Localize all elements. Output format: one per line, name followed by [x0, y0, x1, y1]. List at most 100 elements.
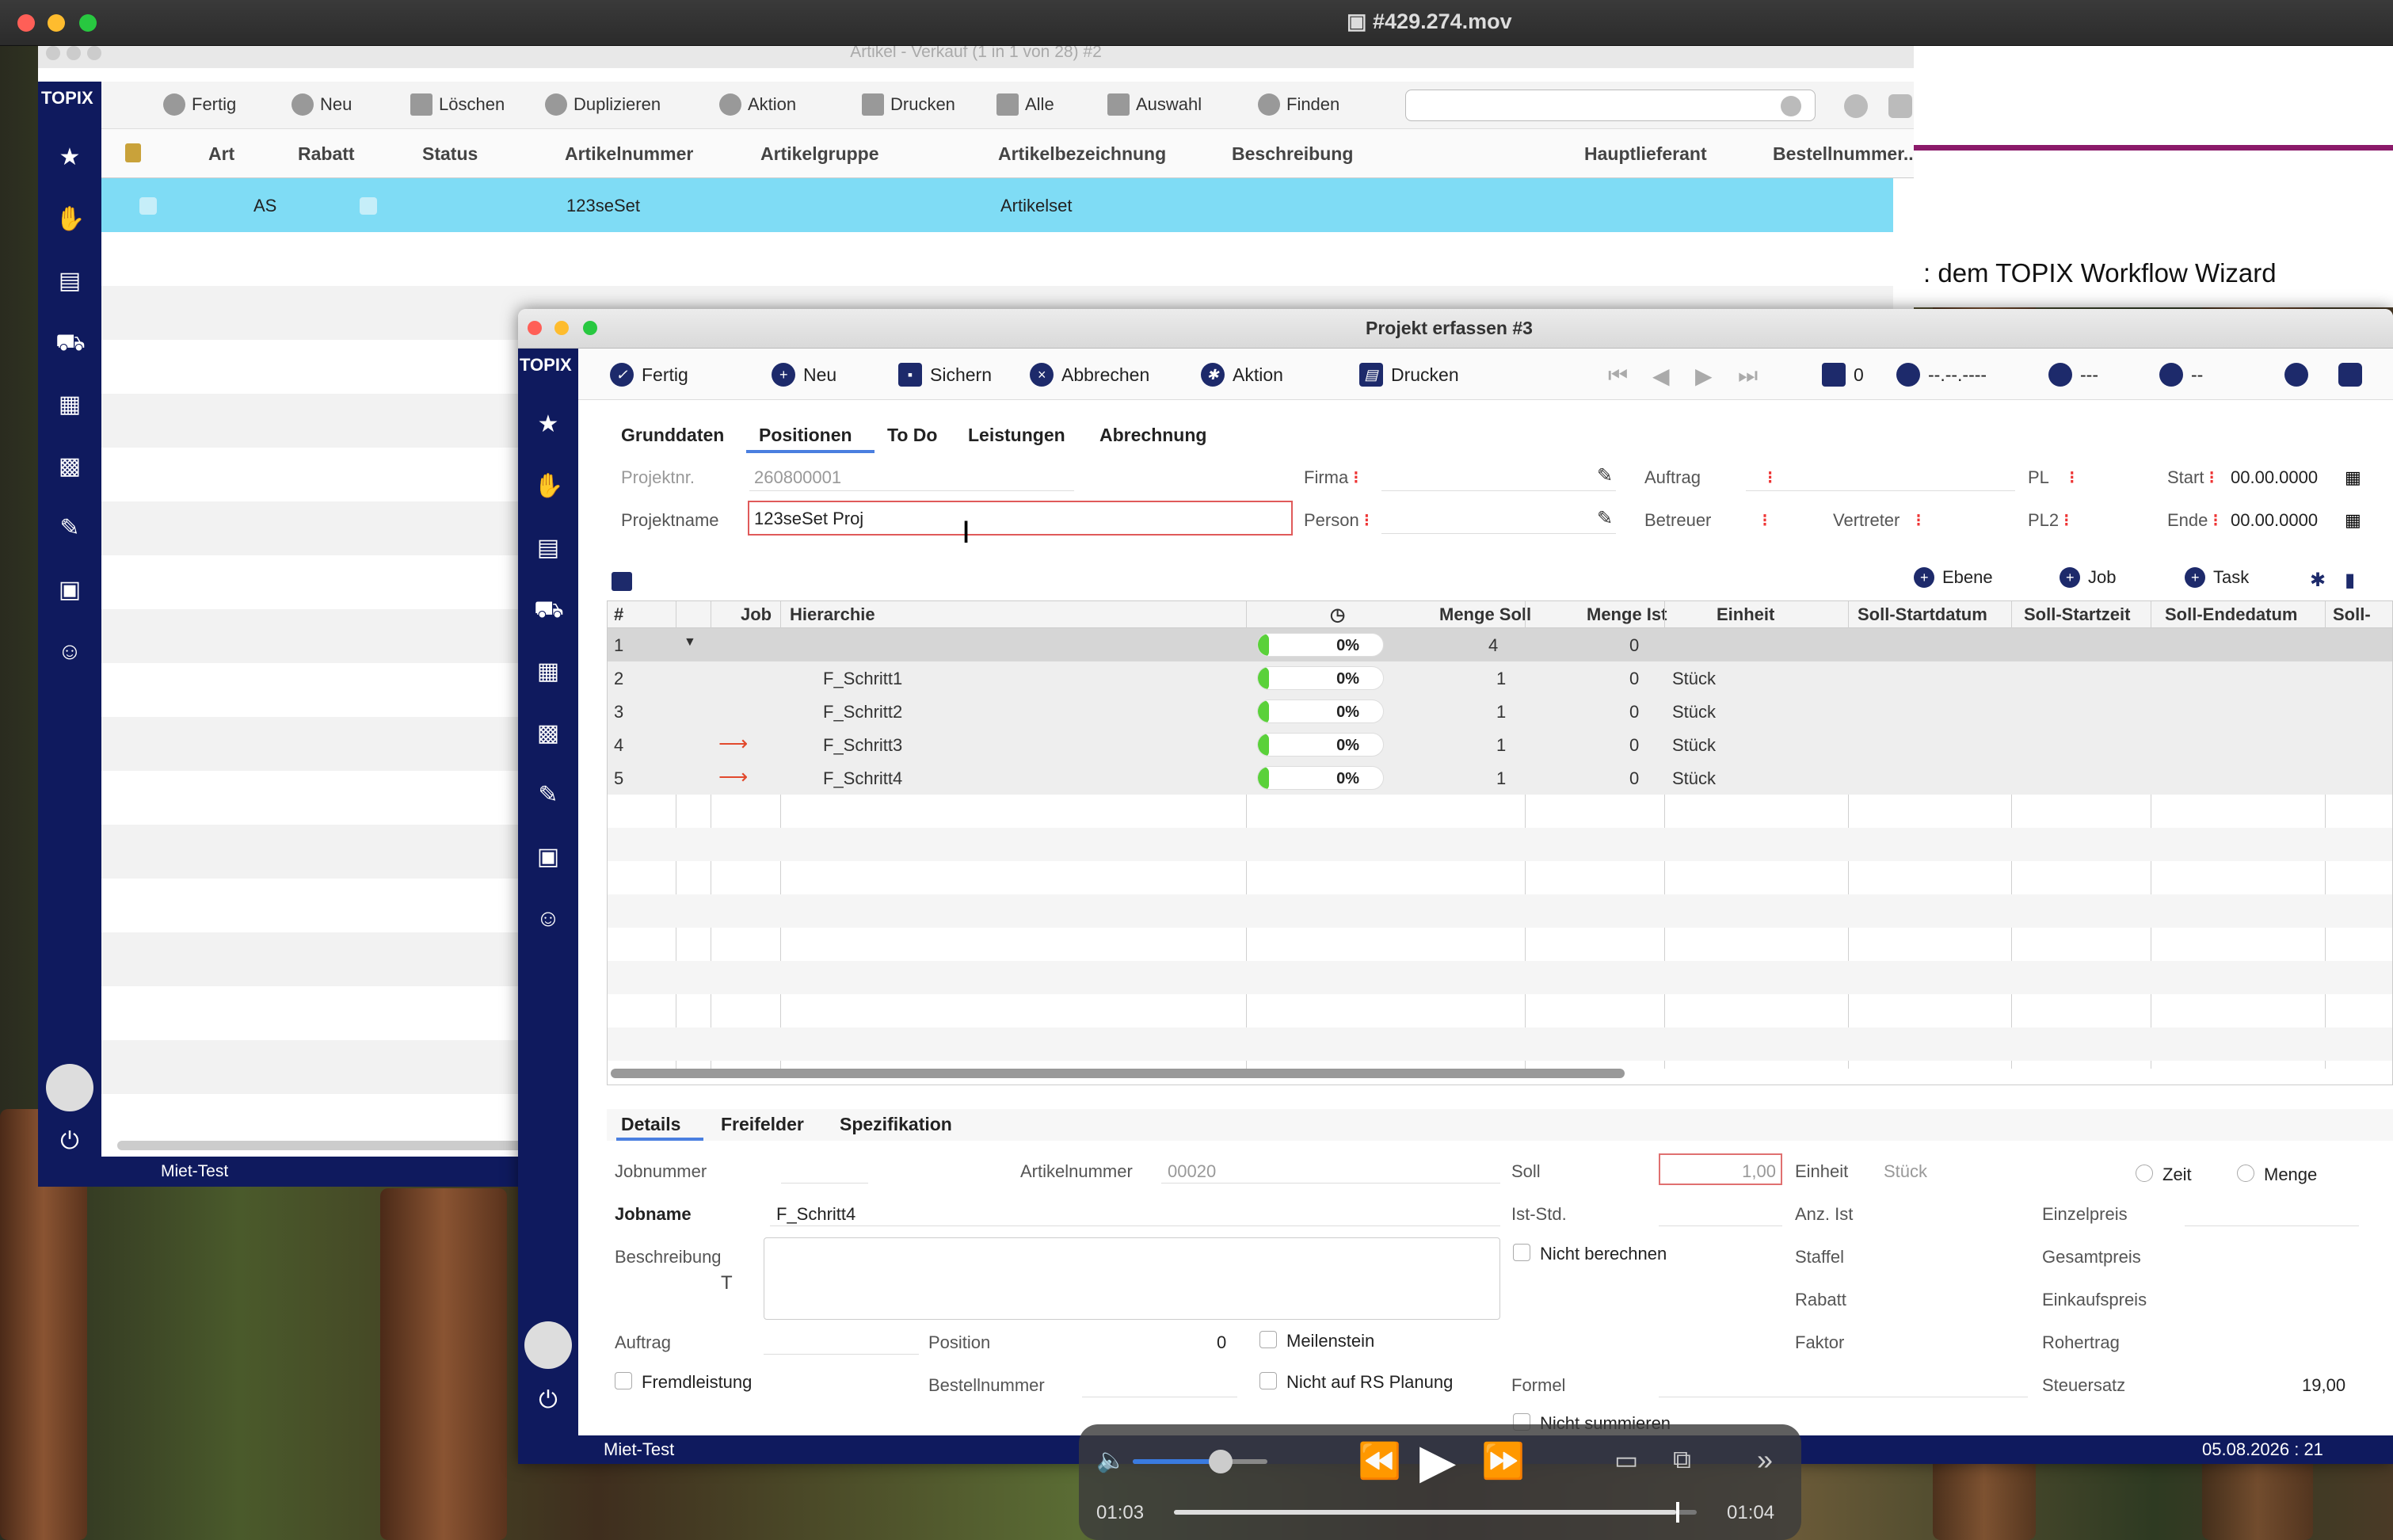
column-einheit[interactable]: Einheit: [1717, 604, 1774, 625]
row-checkbox[interactable]: [139, 197, 157, 215]
tab-grunddaten[interactable]: Grunddaten: [621, 425, 724, 446]
invoice-icon[interactable]: ▤: [55, 267, 84, 295]
artikelnummer-field[interactable]: 00020: [1168, 1161, 1216, 1182]
rewind-icon[interactable]: ⏪: [1358, 1440, 1401, 1481]
prev-record-icon[interactable]: ◀: [1652, 363, 1670, 389]
tab-abrechnung[interactable]: Abrechnung: [1099, 425, 1206, 446]
aktion-button[interactable]: ✱ Aktion: [1201, 363, 1283, 387]
people-icon[interactable]: ☺: [55, 638, 84, 666]
ist-std-input[interactable]: [1659, 1225, 1782, 1226]
menge-radio[interactable]: [2237, 1165, 2254, 1182]
clear-search-icon[interactable]: [1781, 96, 1801, 116]
alarm-status[interactable]: --.--.----: [1896, 363, 1987, 387]
formel-input[interactable]: [1659, 1396, 2028, 1397]
fertig-button[interactable]: Fertig: [163, 93, 236, 116]
kangaroo-icon[interactable]: [2338, 363, 2362, 387]
calendar-icon[interactable]: ▦: [2345, 510, 2361, 531]
column-soll-startzeit[interactable]: Soll-Startzeit: [2024, 604, 2130, 625]
cart-icon[interactable]: ⛟: [534, 596, 564, 624]
add-job-button[interactable]: + Job: [2060, 567, 2116, 588]
zoom-button[interactable]: [79, 14, 97, 32]
close-button[interactable]: [17, 14, 35, 32]
horizontal-scrollbar[interactable]: [611, 1069, 1625, 1078]
handshake-icon[interactable]: ✋: [55, 205, 85, 234]
calculator-icon[interactable]: ▣: [534, 843, 562, 871]
person-status[interactable]: ---: [2048, 363, 2098, 387]
column-artikelbezeichnung[interactable]: Artikelbezeichnung: [998, 143, 1166, 165]
column-soll-startdatum[interactable]: Soll-Startdatum: [1858, 604, 1987, 625]
star-icon[interactable]: ★: [55, 143, 84, 172]
close-button[interactable]: [528, 321, 542, 335]
neu-button[interactable]: + Neu: [772, 363, 836, 387]
gear-icon[interactable]: ✱: [2310, 569, 2326, 592]
text-format-icon[interactable]: T: [721, 1272, 733, 1294]
nicht-rs-planung-checkbox[interactable]: [1259, 1372, 1277, 1389]
minimize-button[interactable]: [48, 14, 65, 32]
column-hierarchie[interactable]: Hierarchie: [790, 604, 875, 625]
zoom-button[interactable]: [87, 46, 101, 60]
calendar-icon[interactable]: ▦: [2345, 467, 2361, 488]
close-button[interactable]: [46, 46, 60, 60]
tab-positionen[interactable]: Positionen: [759, 425, 852, 446]
column-hauptlieferant[interactable]: Hauptlieferant: [1584, 143, 1707, 165]
pencil-icon[interactable]: ✎: [1597, 507, 1613, 530]
volume-icon[interactable]: 🔈: [1096, 1447, 1126, 1474]
tab-freifelder[interactable]: Freifelder: [721, 1114, 804, 1135]
zeit-radio[interactable]: [2136, 1165, 2153, 1182]
fertig-button[interactable]: ✓ Fertig: [610, 363, 688, 387]
projektnr-field[interactable]: 260800001: [754, 467, 841, 488]
fremdleistung-checkbox[interactable]: [615, 1372, 632, 1389]
nicht-berechnen-checkbox[interactable]: [1513, 1244, 1530, 1261]
next-record-icon[interactable]: ▶: [1695, 363, 1713, 389]
column-soll[interactable]: Soll-: [2333, 604, 2371, 625]
user-icon[interactable]: [1844, 94, 1868, 118]
tab-details[interactable]: Details: [621, 1114, 680, 1135]
handshake-icon[interactable]: ✋: [534, 472, 563, 501]
einzelpreis-input[interactable]: [2185, 1225, 2359, 1226]
play-icon[interactable]: ▶: [1419, 1434, 1456, 1489]
clock-icon[interactable]: ◷: [1330, 604, 1345, 625]
box-icon[interactable]: ▩: [55, 452, 84, 481]
picture-in-picture-icon[interactable]: ⧉: [1673, 1445, 1691, 1475]
volume-knob[interactable]: [1208, 1450, 1233, 1473]
avatar[interactable]: [46, 1064, 93, 1111]
first-record-icon[interactable]: ⏮: [1608, 363, 1628, 389]
drucken-button[interactable]: ▤ Drucken: [1359, 363, 1459, 387]
minimize-button[interactable]: [554, 321, 569, 335]
wrench-icon[interactable]: ✎: [534, 781, 562, 810]
table-row[interactable]: 5 ⟶ F_Schritt4 0% 1 0 Stück: [608, 761, 2392, 795]
column-status[interactable]: Status: [422, 143, 478, 165]
power-icon[interactable]: ⏻: [55, 1127, 84, 1156]
position-field[interactable]: 0: [1217, 1332, 1226, 1353]
wrench-icon[interactable]: ✎: [55, 514, 84, 543]
add-task-button[interactable]: + Task: [2185, 567, 2249, 588]
star-icon[interactable]: ★: [534, 410, 562, 439]
drucken-button[interactable]: Drucken: [862, 93, 955, 116]
trash-icon[interactable]: ▮: [2345, 569, 2355, 592]
column-beschreibung[interactable]: Beschreibung: [1232, 143, 1353, 165]
collapse-icon[interactable]: [612, 572, 632, 591]
horizontal-scrollbar[interactable]: [117, 1141, 561, 1150]
pencil-icon[interactable]: ✎: [1597, 464, 1613, 487]
table-row[interactable]: 1 ▼ 0% 4 0: [608, 628, 2392, 661]
warehouse-icon[interactable]: ▦: [534, 658, 562, 686]
avatar[interactable]: [524, 1321, 572, 1369]
jobname-field[interactable]: F_Schritt4: [776, 1204, 855, 1225]
auftrag-input[interactable]: [764, 1353, 919, 1355]
playhead[interactable]: [1675, 1502, 1679, 1523]
einheit-field[interactable]: Stück: [1884, 1161, 1927, 1182]
box-icon[interactable]: ▩: [534, 719, 562, 748]
steuersatz-field[interactable]: 19,00: [2302, 1375, 2345, 1396]
table-row[interactable]: AS 123seSet Artikelset: [101, 178, 1893, 232]
tab-leistungen[interactable]: Leistungen: [968, 425, 1065, 446]
jobnummer-input[interactable]: [781, 1182, 868, 1184]
meilenstein-checkbox[interactable]: [1259, 1331, 1277, 1348]
auswahl-button[interactable]: Auswahl: [1107, 93, 1202, 116]
zoom-button[interactable]: [583, 321, 597, 335]
column-artikelnummer[interactable]: Artikelnummer: [565, 143, 693, 165]
warehouse-icon[interactable]: ▦: [55, 391, 84, 419]
column-number[interactable]: #: [614, 604, 623, 625]
calculator-icon[interactable]: ▣: [55, 576, 84, 604]
attachment-status[interactable]: --: [2159, 363, 2203, 387]
column-bestellnummer[interactable]: Bestellnummer...: [1773, 143, 1914, 165]
